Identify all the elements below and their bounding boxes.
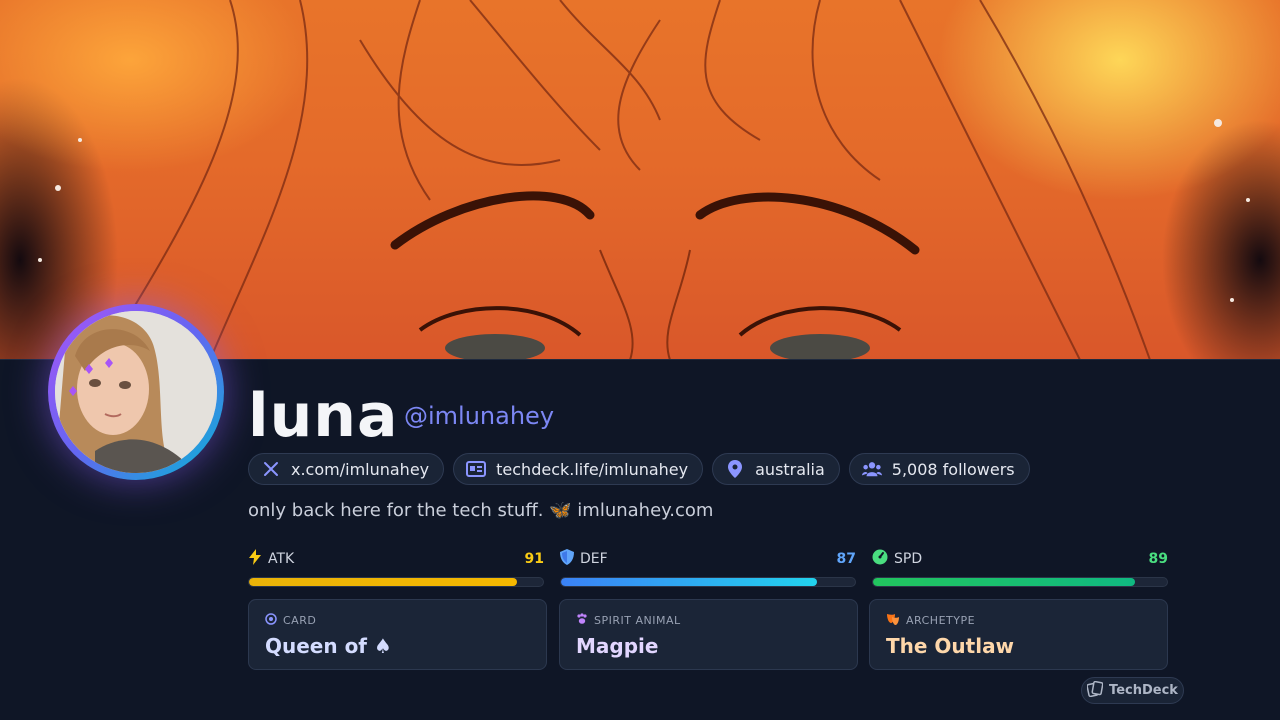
profile-handle[interactable]: @imlunahey	[404, 400, 554, 432]
stat-def: DEF 87	[560, 548, 856, 588]
stat-bar-spd	[872, 577, 1168, 587]
location-pill[interactable]: australia	[712, 453, 840, 485]
stat-value-spd: 89	[1148, 551, 1168, 567]
profile-bio: only back here for the tech stuff. 🦋 iml…	[248, 500, 714, 521]
techdeck-badge[interactable]: TechDeck	[1081, 677, 1184, 704]
users-icon	[861, 459, 882, 479]
mask-icon	[886, 613, 900, 628]
shield-icon	[560, 549, 574, 569]
stat-label-spd: SPD	[894, 551, 923, 567]
id-card-icon	[466, 459, 487, 479]
target-icon	[265, 612, 277, 628]
brand-label: TechDeck	[1109, 683, 1178, 698]
stat-value-atk: 91	[524, 551, 544, 567]
link-pill-techdeck[interactable]: techdeck.life/imlunahey	[453, 453, 704, 485]
stat-label-atk: ATK	[268, 551, 295, 567]
location-pin-icon	[725, 459, 745, 479]
link-label: techdeck.life/imlunahey	[496, 459, 689, 479]
stat-value-def: 87	[836, 551, 856, 567]
profile-links: x.com/imlunahey techdeck.life/imlunahey …	[248, 453, 1030, 485]
followers-pill[interactable]: 5,008 followers	[848, 453, 1030, 485]
profile-banner	[0, 0, 1280, 360]
followers-label: 5,008 followers	[891, 459, 1015, 479]
stat-spd: SPD 89	[872, 548, 1168, 588]
stat-bar-fill-spd	[873, 578, 1135, 586]
banner-illustration	[38, 0, 1250, 360]
stat-bar-fill-atk	[249, 578, 517, 586]
card-card[interactable]: CARD Queen of ♠	[248, 599, 547, 670]
card-label: ARCHETYPE	[906, 613, 976, 627]
link-label: x.com/imlunahey	[291, 459, 430, 479]
stat-label-def: DEF	[580, 551, 608, 567]
stat-atk: ATK 91	[248, 548, 544, 588]
card-archetype[interactable]: ARCHETYPE The Outlaw	[869, 599, 1168, 670]
card-value: Queen of ♠	[265, 634, 392, 658]
avatar[interactable]	[55, 311, 217, 473]
avatar-photo	[55, 311, 217, 473]
profile-name: luna	[248, 381, 399, 451]
stat-bar-atk	[248, 577, 544, 587]
location-label: australia	[755, 459, 825, 479]
card-spirit-animal[interactable]: SPIRIT ANIMAL Magpie	[559, 599, 858, 670]
card-value: Magpie	[576, 634, 659, 658]
stat-bar-def	[560, 577, 856, 587]
speed-gauge-icon	[872, 549, 888, 569]
card-label: CARD	[283, 613, 317, 627]
cards-logo-icon	[1086, 680, 1104, 701]
paw-icon	[576, 612, 588, 628]
x-logo-icon	[261, 459, 281, 479]
link-pill-x[interactable]: x.com/imlunahey	[248, 453, 445, 485]
card-label: SPIRIT ANIMAL	[594, 613, 681, 627]
card-value: The Outlaw	[886, 634, 1015, 658]
stat-bar-fill-def	[561, 578, 817, 586]
lightning-icon	[248, 549, 262, 569]
